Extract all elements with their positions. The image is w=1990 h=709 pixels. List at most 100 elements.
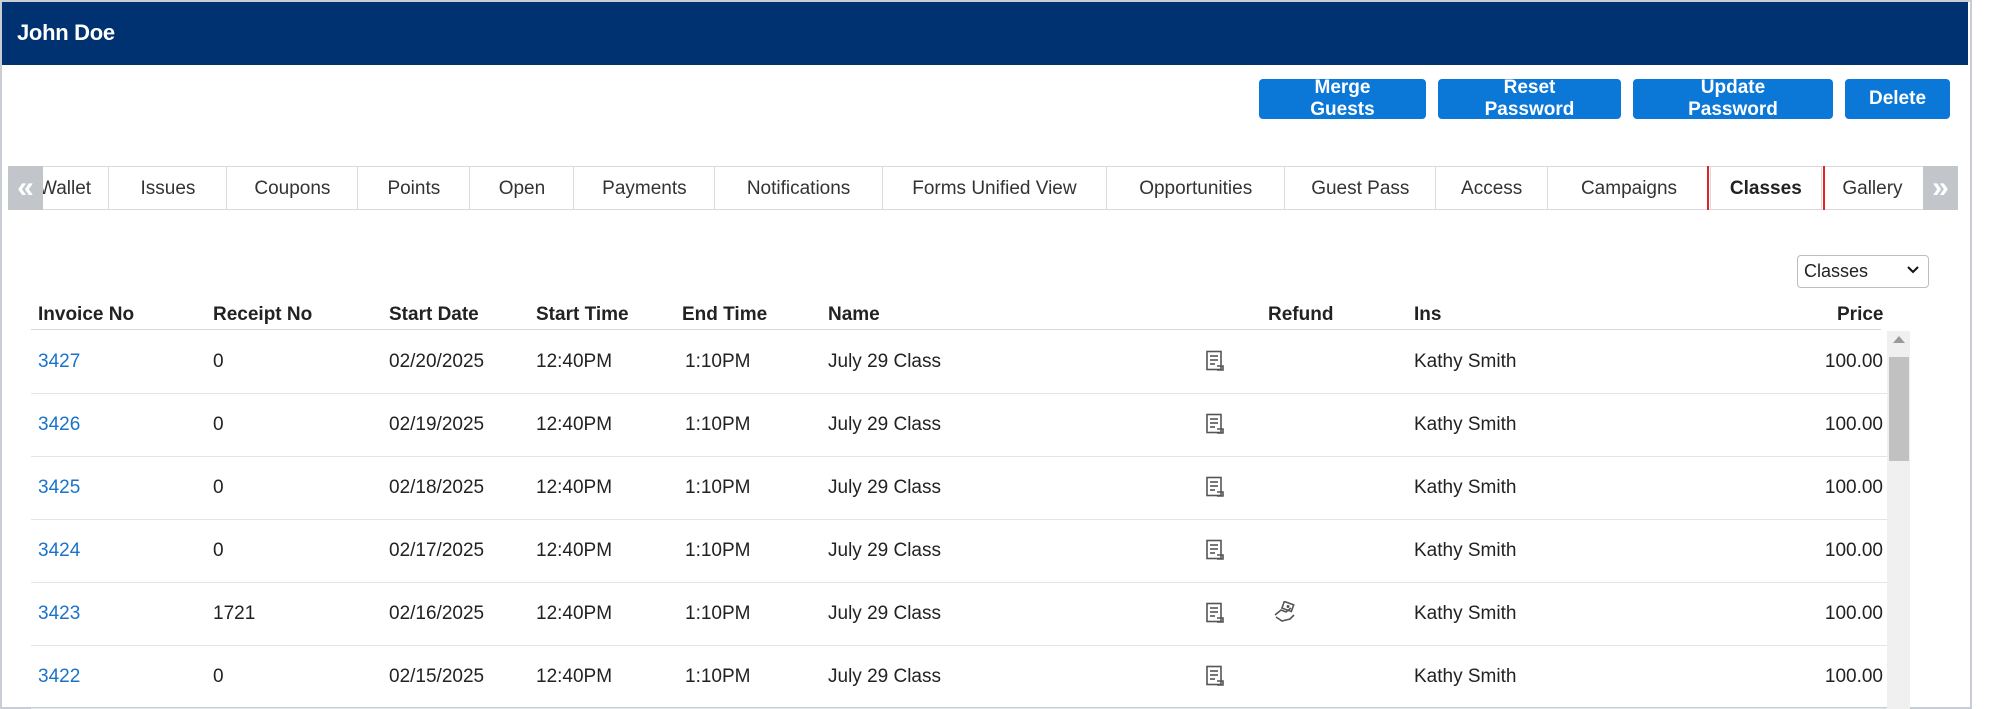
tab-forms-unified-view[interactable]: Forms Unified View — [882, 166, 1107, 210]
scroll-up-icon[interactable] — [1893, 336, 1905, 343]
col-price[interactable]: Price — [1837, 304, 1883, 326]
start-time: 12:40PM — [536, 414, 613, 435]
tab-wallet[interactable]: Wallet — [43, 166, 110, 210]
instructor: Kathy Smith — [1414, 540, 1517, 561]
classes-filter-select[interactable]: Classes — [1797, 255, 1929, 288]
end-time: 1:10PM — [685, 351, 751, 372]
invoice-link[interactable]: 3426 — [38, 414, 80, 436]
tab-label: Campaigns — [1580, 177, 1678, 199]
receipt-no: 0 — [213, 666, 224, 687]
tab-issues[interactable]: Issues — [109, 166, 228, 210]
tab-campaigns[interactable]: Campaigns — [1548, 166, 1711, 210]
receipt-icon[interactable] — [1203, 601, 1227, 625]
tab-classes[interactable]: Classes — [1706, 166, 1825, 210]
tab-label: Guest Pass — [1311, 177, 1410, 199]
col-start-time[interactable]: Start Time — [536, 304, 629, 326]
tab-label: Issues — [140, 177, 196, 199]
end-time: 1:10PM — [685, 666, 751, 687]
delete-button[interactable]: Delete — [1845, 79, 1950, 119]
instructor: Kathy Smith — [1414, 351, 1517, 372]
instructor: Kathy Smith — [1414, 414, 1517, 435]
price: 100.00 — [1824, 477, 1883, 498]
col-end-time[interactable]: End Time — [682, 304, 767, 326]
col-name[interactable]: Name — [828, 304, 880, 326]
col-start-date[interactable]: Start Date — [389, 304, 479, 326]
invoice-link[interactable]: 3424 — [38, 540, 80, 562]
start-date: 02/17/2025 — [389, 540, 485, 561]
tab-label: Access — [1461, 177, 1523, 199]
classes-table: Invoice No Receipt No Start Date Start T… — [31, 300, 1911, 709]
tab-label: Points — [387, 177, 441, 199]
invoice-link[interactable]: 3427 — [38, 351, 80, 373]
table-row: 3423 1721 02/16/2025 12:40PM 1:10PM July 29 C… — [31, 583, 1888, 646]
invoice-link[interactable]: 3423 — [38, 603, 80, 625]
table-row: 3426 0 02/19/2025 12:40PM 1:10PM July 29 Clas… — [31, 394, 1888, 457]
end-time: 1:10PM — [685, 414, 751, 435]
reset-password-button[interactable]: Reset Password — [1438, 77, 1621, 120]
end-time: 1:10PM — [685, 540, 751, 561]
invoice-link[interactable]: 3425 — [38, 477, 80, 499]
tab-open[interactable]: Open — [470, 166, 575, 210]
col-ins[interactable]: Ins — [1414, 304, 1441, 326]
col-receipt-no[interactable]: Receipt No — [213, 304, 312, 326]
invoice-link[interactable]: 3422 — [38, 666, 80, 688]
tab-gallery[interactable]: Gallery — [1821, 166, 1923, 210]
tab-label: Opportunities — [1139, 177, 1253, 199]
tab-notifications[interactable]: Notifications — [715, 166, 883, 210]
tab-strip: « Wallet Issues Coupons Points Open Paym… — [8, 166, 1958, 210]
tab-opportunities[interactable]: Opportunities — [1106, 166, 1286, 210]
tab-label: Open — [498, 177, 546, 199]
end-time: 1:10PM — [685, 477, 751, 498]
receipt-icon[interactable] — [1203, 412, 1227, 436]
tab-guest-pass[interactable]: Guest Pass — [1285, 166, 1437, 210]
end-time: 1:10PM — [685, 603, 751, 624]
class-name: July 29 Class — [828, 603, 941, 624]
tab-label: Forms Unified View — [912, 177, 1077, 199]
tab-coupons[interactable]: Coupons — [227, 166, 359, 210]
table-row: 3422 0 02/15/2025 12:40PM 1:10PM July 29 Clas… — [31, 646, 1888, 709]
start-time: 12:40PM — [536, 540, 613, 561]
class-name: July 29 Class — [828, 666, 941, 687]
tab-label: Classes — [1729, 177, 1802, 199]
receipt-icon[interactable] — [1203, 349, 1227, 373]
tab-scroll-left-icon[interactable]: « — [8, 166, 43, 210]
receipt-icon[interactable] — [1203, 538, 1227, 562]
tab-label: Payments — [602, 177, 687, 199]
class-name: July 29 Class — [828, 351, 941, 372]
tab-scroll-right-icon[interactable]: » — [1923, 166, 1958, 210]
start-time: 12:40PM — [536, 351, 613, 372]
start-date: 02/19/2025 — [389, 414, 485, 435]
refund-icon[interactable] — [1271, 600, 1295, 625]
start-date: 02/18/2025 — [389, 477, 485, 498]
tab-payments[interactable]: Payments — [574, 166, 716, 210]
tab-label: Notifications — [746, 177, 851, 199]
receipt-icon[interactable] — [1203, 475, 1227, 499]
price: 100.00 — [1824, 351, 1883, 372]
action-bar: Merge Guests Reset Password Update Passw… — [1259, 77, 1950, 120]
tab-list: Wallet Issues Coupons Points Open Paymen… — [43, 166, 1923, 210]
table-row: 3425 0 02/18/2025 12:40PM 1:10PM July 29 Clas… — [31, 457, 1888, 520]
instructor: Kathy Smith — [1414, 666, 1517, 687]
receipt-no: 0 — [213, 351, 224, 372]
table-header: Invoice No Receipt No Start Date Start T… — [31, 300, 1883, 330]
tab-access[interactable]: Access — [1436, 166, 1549, 210]
receipt-icon[interactable] — [1203, 664, 1227, 688]
start-date: 02/15/2025 — [389, 666, 485, 687]
page-title: John Doe — [17, 20, 115, 45]
table-row: 3427 0 02/20/2025 12:40PM 1:10PM July 29 Clas… — [31, 331, 1888, 394]
start-time: 12:40PM — [536, 666, 613, 687]
table-row: 3424 0 02/17/2025 12:40PM 1:10PM July 29 Clas… — [31, 520, 1888, 583]
update-password-button[interactable]: Update Password — [1633, 77, 1833, 120]
col-refund[interactable]: Refund — [1268, 304, 1333, 326]
col-invoice-no[interactable]: Invoice No — [38, 304, 134, 326]
start-time: 12:40PM — [536, 603, 613, 624]
start-time: 12:40PM — [536, 477, 613, 498]
merge-guests-button[interactable]: Merge Guests — [1259, 77, 1426, 120]
class-name: July 29 Class — [828, 414, 941, 435]
tab-points[interactable]: Points — [358, 166, 471, 210]
table-scrollbar[interactable] — [1887, 331, 1910, 709]
scroll-thumb[interactable] — [1889, 357, 1909, 461]
price: 100.00 — [1824, 603, 1883, 624]
chevron-down-icon — [1907, 266, 1919, 274]
page-header: John Doe — [2, 2, 1968, 65]
